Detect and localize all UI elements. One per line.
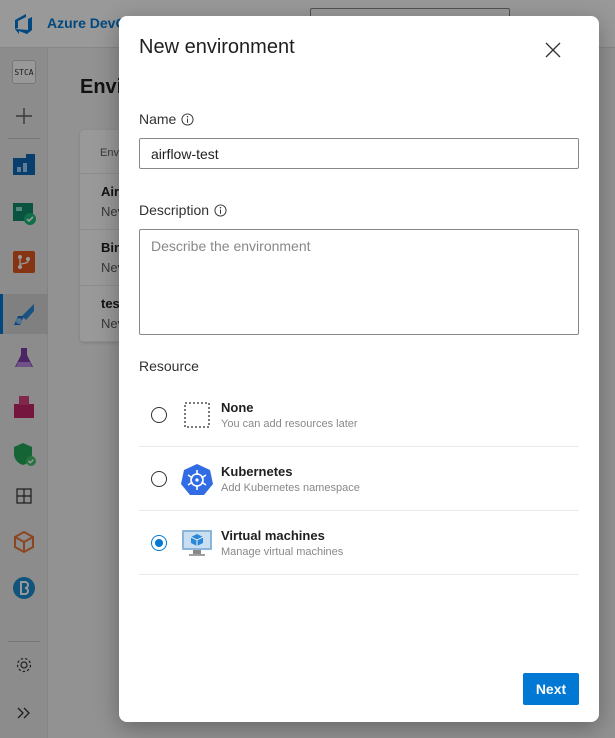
radio-virtual-machines[interactable] bbox=[151, 535, 167, 551]
info-icon[interactable] bbox=[181, 112, 194, 126]
option-subtitle: Manage virtual machines bbox=[221, 546, 344, 558]
info-icon[interactable] bbox=[214, 203, 227, 217]
new-environment-dialog: New environment Name Description Resourc… bbox=[119, 16, 599, 722]
option-title: Virtual machines bbox=[221, 528, 325, 543]
name-input[interactable] bbox=[139, 138, 579, 169]
dialog-title: New environment bbox=[139, 36, 295, 58]
description-label-text: Description bbox=[139, 202, 210, 218]
description-label: Description bbox=[139, 202, 227, 218]
resource-label: Resource bbox=[139, 358, 199, 374]
option-title: None bbox=[221, 400, 254, 415]
resource-option-kubernetes[interactable]: Kubernetes Add Kubernetes namespace bbox=[139, 447, 579, 511]
kubernetes-icon bbox=[181, 464, 213, 495]
close-button[interactable] bbox=[539, 36, 567, 64]
resource-option-none[interactable]: None You can add resources later bbox=[139, 383, 579, 447]
name-label-text: Name bbox=[139, 111, 177, 127]
virtual-machine-icon bbox=[182, 530, 212, 556]
close-icon bbox=[545, 42, 561, 58]
description-textarea[interactable] bbox=[139, 229, 579, 335]
dotted-box-icon bbox=[184, 402, 210, 428]
option-subtitle: Add Kubernetes namespace bbox=[221, 482, 360, 494]
resource-option-virtual-machines[interactable]: Virtual machines Manage virtual machines bbox=[139, 511, 579, 575]
radio-none[interactable] bbox=[151, 407, 167, 423]
radio-kubernetes[interactable] bbox=[151, 471, 167, 487]
name-label: Name bbox=[139, 111, 194, 127]
next-button[interactable]: Next bbox=[523, 673, 579, 705]
option-subtitle: You can add resources later bbox=[221, 418, 358, 430]
option-title: Kubernetes bbox=[221, 464, 293, 479]
